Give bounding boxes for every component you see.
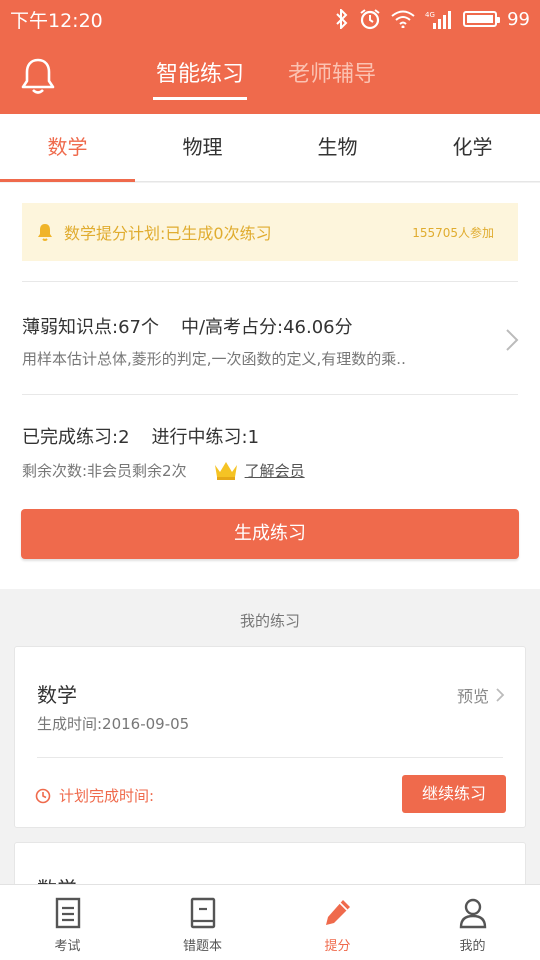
status-time: 下午12:20 [10,9,103,32]
in-progress-count: 进行中练习:1 [151,427,260,448]
generate-practice-button[interactable]: 生成练习 [21,509,519,559]
exercise-card[interactable]: 数学 预览 生成时间:2016-09-05 计划完成时间: 继续练习 [14,646,526,828]
continue-practice-button[interactable]: 继续练习 [402,775,506,813]
divider [22,394,518,395]
battery-percent: 99 [507,8,530,30]
plan-finish-label: 计划完成时间: [59,787,155,805]
my-exercises-title: 我的练习 [239,612,300,630]
plan-notice[interactable]: 数学提分计划:已生成0次练习 155705人参加 [22,203,518,261]
signal-icon: 4G [425,11,452,29]
bell-icon[interactable] [20,56,56,96]
weak-points-count: 薄弱知识点:67个 [22,317,159,338]
wifi-icon [391,10,415,28]
app-header: 智能练习 老师辅导 [0,38,540,114]
tab-chemistry[interactable]: 化学 [405,114,540,181]
nav-item-exam[interactable]: 考试 [0,885,135,960]
tab-math[interactable]: 数学 [0,114,135,182]
exercise-created-time: 生成时间:2016-09-05 [37,715,190,733]
exam-icon [55,897,80,929]
practice-summary-card: 数学提分计划:已生成0次练习 155705人参加 薄弱知识点:67个 中/高考占分… [0,183,540,589]
tab-biology[interactable]: 生物 [270,114,405,181]
svg-text:4G: 4G [425,11,435,19]
bottom-nav: 考试 错题本 提分 我的 [0,884,540,960]
preview-label: 预览 [456,687,489,706]
practice-progress: 已完成练习:2 进行中练习:1 [22,423,259,449]
remaining-count: 剩余次数:非会员剩余2次 [22,461,187,480]
tab-physics[interactable]: 物理 [135,114,270,181]
chevron-right-icon[interactable] [505,328,519,352]
weak-points-summary[interactable]: 薄弱知识点:67个 中/高考占分:46.06分 [22,313,353,339]
participant-count: 155705人参加 [412,225,494,240]
crown-icon [214,462,237,480]
battery-icon [463,11,501,27]
plan-finish-time: 计划完成时间: [35,785,154,806]
nav-label-wrong-book: 错题本 [182,939,222,954]
nav-label-exam: 考试 [54,939,81,954]
user-icon [459,898,486,929]
nav-label-mine: 我的 [459,939,486,954]
remaining-info: 剩余次数:非会员剩余2次 了解会员 [22,459,305,481]
subject-tabs: 数学 物理 生物 化学 [0,114,540,182]
nav-label-improve: 提分 [324,939,351,954]
learn-membership-link[interactable]: 了解会员 [245,460,305,481]
completed-count: 已完成练习:2 [22,427,130,448]
chevron-right-icon [496,688,505,702]
book-icon [190,897,215,929]
alarm-icon [360,9,380,30]
clock-icon [35,788,51,803]
divider [37,757,503,758]
exercise-subject: 数学 [37,683,77,707]
nav-item-mine[interactable]: 我的 [405,885,540,960]
nav-item-improve[interactable]: 提分 [270,885,405,960]
divider [22,281,518,282]
weak-points-description: 用样本估计总体,菱形的判定,一次函数的定义,有理数的乘.. [22,350,406,368]
status-icons: 4G 99 [335,8,530,30]
tab-smart-practice[interactable]: 智能练习 [153,58,248,100]
pencil-icon [325,900,350,925]
notice-text: 数学提分计划:已生成0次练习 [64,224,272,243]
nav-item-wrong-book[interactable]: 错题本 [135,885,270,960]
tab-teacher-tutoring[interactable]: 老师辅导 [288,58,376,100]
bluetooth-icon [336,9,348,29]
status-bar: 下午12:20 4G 99 [0,0,540,38]
preview-link[interactable]: 预览 [457,683,505,707]
exam-score-share: 中/高考占分:46.06分 [180,317,353,338]
notice-bell-icon [38,224,52,241]
